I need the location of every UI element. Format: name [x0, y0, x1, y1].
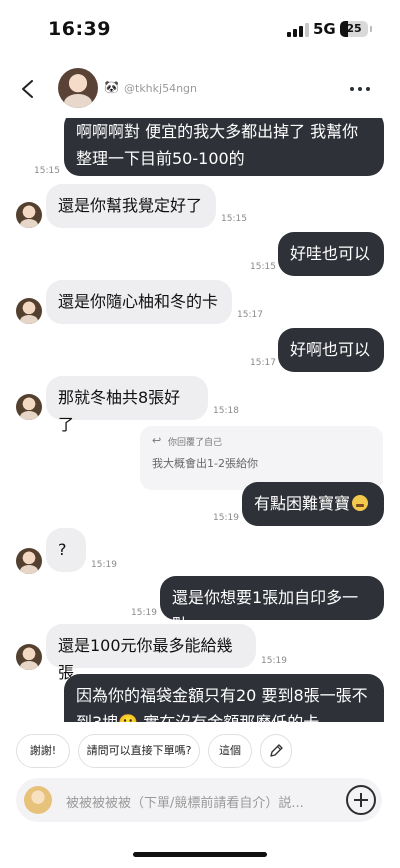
message-timestamp: 15:17: [250, 358, 276, 368]
sender-avatar[interactable]: [16, 394, 42, 420]
message-timestamp: 15:18: [213, 406, 239, 416]
message-bubble-incoming[interactable]: ?: [46, 528, 86, 572]
reply-quoted-text: 我大概會出1-2張給你: [152, 457, 258, 470]
message-text: 整理一下目前50-100的: [76, 149, 245, 168]
message-bubble-outgoing[interactable]: 好哇也可以: [278, 232, 384, 276]
battery-level: 25: [346, 22, 362, 35]
message-text: 啊啊啊對 便宜的我大多都出掉了 我幫你: [76, 122, 359, 141]
sender-avatar[interactable]: [16, 548, 42, 574]
message-timestamp: 15:15: [221, 214, 247, 224]
pencil-icon[interactable]: [260, 734, 292, 768]
signal-icon: [287, 23, 309, 37]
message-bubble-outgoing[interactable]: 還是你想要1張加自印多一點: [160, 576, 384, 634]
quick-reply-chip[interactable]: 這個: [208, 734, 252, 768]
sender-avatar[interactable]: [16, 644, 42, 670]
message-timestamp: 15:19: [91, 560, 117, 570]
message-bubble-outgoing[interactable]: 有點困難寶寶: [242, 482, 384, 526]
sender-avatar[interactable]: [16, 202, 42, 228]
quick-reply-bar: 謝謝! 請問可以直接下單嗎? 這個: [0, 734, 400, 770]
message-timestamp: 15:19: [131, 608, 157, 618]
grimace-emoji-icon: [352, 495, 369, 511]
message-text: 好哇也可以: [290, 244, 371, 263]
message-list[interactable]: 啊啊啊對 便宜的我大多都出掉了 我幫你 整理一下目前50-100的 15:15 …: [0, 118, 400, 722]
message-bubble-incoming[interactable]: 那就冬柚共8張好了: [46, 376, 208, 434]
status-time: 16:39: [48, 18, 111, 40]
contact-username[interactable]: @tkhkj54ngn: [124, 82, 197, 95]
message-text: 還是你隨心柚和冬的卡: [58, 292, 219, 311]
plus-icon[interactable]: [346, 785, 376, 815]
message-timestamp: 15:19: [213, 513, 239, 523]
reply-icon: ↩: [152, 434, 162, 447]
message-bubble-outgoing[interactable]: 好啊也可以: [278, 328, 384, 372]
message-text: ?: [58, 540, 67, 559]
quick-reply-chip[interactable]: 請問可以直接下單嗎?: [78, 734, 200, 768]
network-type: 5G: [313, 20, 336, 38]
message-bubble-outgoing[interactable]: 啊啊啊對 便宜的我大多都出掉了 我幫你 整理一下目前50-100的: [64, 118, 384, 176]
reply-preview[interactable]: ↩ 你回覆了自己 我大概會出1-2張給你: [140, 426, 383, 490]
message-input-bar: 被被被被被（下單/競標前請看自介）説...: [16, 778, 382, 822]
message-bubble-incoming[interactable]: 還是你幫我覺定好了: [46, 184, 216, 228]
back-arrow-icon[interactable]: [20, 80, 36, 98]
message-timestamp: 15:17: [237, 310, 263, 320]
message-timestamp: 15:15: [250, 262, 276, 272]
message-text: 還是你幫我覺定好了: [58, 196, 203, 215]
message-text: 有點困難寶寶: [254, 494, 351, 513]
chat-header: 🐼 @tkhkj54ngn: [0, 60, 400, 118]
panda-icon: 🐼: [104, 80, 119, 94]
message-text: 好啊也可以: [290, 340, 371, 359]
battery-icon: 25: [340, 21, 372, 37]
contact-avatar[interactable]: [58, 68, 98, 108]
message-bubble-incoming[interactable]: 還是你隨心柚和冬的卡: [46, 280, 232, 324]
more-options-icon[interactable]: [350, 86, 370, 92]
message-timestamp: 15:15: [34, 166, 60, 176]
message-bubble-outgoing[interactable]: 因為你的福袋金額只有20 要到8張一張不 到3塊🙂 實在沒有金額那麼低的卡: [64, 674, 384, 722]
home-indicator: [133, 852, 267, 857]
message-timestamp: 15:19: [261, 656, 287, 666]
message-bubble-incoming[interactable]: 還是100元你最多能給幾張: [46, 624, 256, 682]
sender-avatar[interactable]: [16, 298, 42, 324]
message-text: 到3塊🙂 實在沒有金額那麼低的卡: [76, 709, 372, 722]
message-text: 因為你的福袋金額只有20 要到8張一張不: [76, 686, 368, 705]
quick-reply-chip[interactable]: 謝謝!: [16, 734, 70, 768]
self-avatar[interactable]: [24, 786, 52, 814]
message-input[interactable]: 被被被被被（下單/競標前請看自介）説...: [66, 792, 328, 811]
reply-label: 你回覆了自己: [168, 438, 223, 448]
status-bar: 16:39 5G 25: [0, 0, 400, 58]
